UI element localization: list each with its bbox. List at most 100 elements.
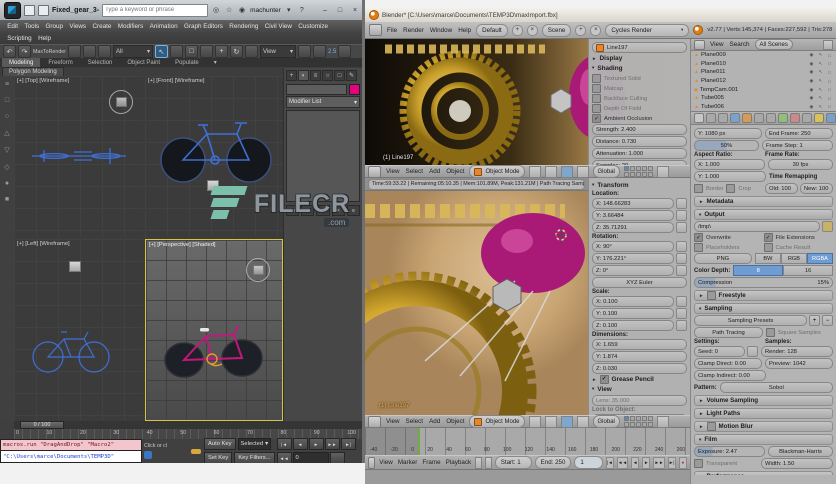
layers-widget[interactable] <box>623 166 653 177</box>
ribbon-tab-selection[interactable]: Selection <box>81 58 120 67</box>
display-tab-icon[interactable]: □ <box>334 70 345 81</box>
visibility-eye-icon[interactable]: ◉ <box>808 95 815 101</box>
menu-scripting[interactable]: Scripting <box>4 35 35 42</box>
menu-object[interactable]: Object <box>445 168 465 175</box>
outliner-menu-view[interactable]: View <box>709 41 725 48</box>
render-visibility-camera-icon[interactable]: □ <box>826 104 833 109</box>
resolution-y-field[interactable]: Y: 1080 px <box>694 128 762 140</box>
render-engine-dropdown[interactable]: Cycles Render ▾ <box>605 23 690 37</box>
viewport-top-label[interactable]: [+] [Top] [Wireframe] <box>17 78 69 84</box>
manipulator-rotate-icon[interactable] <box>560 415 573 428</box>
create-tab-icon[interactable]: + <box>286 70 297 81</box>
jump-to-start-icon[interactable]: |◄ <box>605 456 614 469</box>
remap-new-field[interactable]: New: 100 <box>800 183 833 195</box>
viewport-3d-lower[interactable]: (1) Line197 <box>365 191 588 415</box>
menu-playback[interactable]: Playback <box>445 459 473 466</box>
rotation-gizmo[interactable] <box>109 90 133 114</box>
panel-view[interactable]: ▾ View <box>592 384 687 394</box>
user-dropdown-icon[interactable]: ▾ <box>284 6 294 14</box>
object-color-swatch[interactable] <box>349 84 360 95</box>
depth-8-button[interactable]: 8 <box>733 265 784 277</box>
ribbon-tab-populate[interactable]: Populate <box>168 58 206 67</box>
utilities-tab-icon[interactable]: ✎ <box>346 70 357 81</box>
texture-tab-icon[interactable] <box>802 113 812 124</box>
outliner-item[interactable]: ◆ TempCam.001 ◉ ↖ □ <box>691 85 836 94</box>
new-file-icon[interactable] <box>24 4 35 16</box>
lock-icon[interactable] <box>676 320 687 331</box>
location-z-field[interactable]: Z: 35.71291 <box>592 222 674 233</box>
render-visibility-camera-icon[interactable]: □ <box>826 70 833 75</box>
active-item-field[interactable]: Line197 <box>592 42 687 53</box>
filter-icon[interactable] <box>823 39 833 50</box>
depth-of-field-toggle[interactable]: Depth Of Field <box>592 104 687 113</box>
lock-icon[interactable] <box>676 222 687 233</box>
menu-civil-view[interactable]: Civil View <box>262 23 296 30</box>
manipulator-translate-icon[interactable] <box>544 165 557 178</box>
folder-icon[interactable] <box>822 221 833 233</box>
modifier-list-dropdown[interactable]: Modifier List ▾ <box>286 96 360 108</box>
minimize-icon[interactable]: – <box>319 7 331 14</box>
show-end-result-icon[interactable]: ‖ <box>301 205 315 216</box>
integrator-dropdown[interactable]: Path Tracing <box>694 327 763 339</box>
section-film[interactable]: ▾ Film <box>694 434 833 446</box>
menu-view[interactable]: View <box>378 459 394 466</box>
panel-transform[interactable]: ▾ Transform <box>592 180 687 190</box>
rail-down-icon[interactable]: ▽ <box>4 146 9 154</box>
visibility-eye-icon[interactable]: ◉ <box>808 69 815 75</box>
editor-type-icon[interactable] <box>369 24 382 36</box>
select-and-link-icon[interactable] <box>67 45 81 58</box>
menu-file[interactable]: File <box>386 27 398 34</box>
outliner-item[interactable]: ▲ Tube005 ◉ ↖ □ <box>691 94 836 103</box>
panel-display[interactable]: ► Display <box>592 53 687 63</box>
rotation-gizmo[interactable] <box>246 258 270 282</box>
scene-dropdown[interactable]: Scene <box>541 23 572 37</box>
location-x-field[interactable]: X: 148.66283 <box>592 198 674 209</box>
timeline-editor-icon[interactable] <box>368 456 376 469</box>
rail-diamond-icon[interactable]: ◇ <box>4 163 9 171</box>
window-crossing-icon[interactable] <box>199 45 213 58</box>
viewport-perspective-label[interactable]: [+] [Perspective] [Shaded] <box>149 242 216 248</box>
timeline-editor[interactable]: -40 -20 0 20 40 60 80 100 120 140 160 180 200 220 240 2… <box>365 428 690 455</box>
add-scene-icon[interactable]: + <box>575 24 587 36</box>
frame-rate-dropdown[interactable]: 30 fps <box>768 159 833 171</box>
lock-icon[interactable] <box>676 198 687 209</box>
clamp-indirect-field[interactable]: Clamp Indirect: 0.00 <box>694 370 766 382</box>
seed-field[interactable]: Seed: 0 <box>694 346 745 358</box>
textured-solid-toggle[interactable]: Textured Solid <box>592 74 687 83</box>
outliner-item[interactable]: ▲ Plane012 ◉ ↖ □ <box>691 77 836 86</box>
aspect-x-field[interactable]: X: 1.000 <box>694 159 765 171</box>
remove-scene-icon[interactable]: × <box>590 24 602 36</box>
editor-type-icon[interactable] <box>368 415 381 428</box>
dimension-y-field[interactable]: Y: 1.874 <box>592 351 687 362</box>
file-extensions-toggle[interactable]: ✓ File Extensions <box>763 233 834 243</box>
open-file-icon[interactable] <box>38 4 49 16</box>
object-tab-icon[interactable] <box>742 113 752 124</box>
render-visibility-camera-icon[interactable]: □ <box>826 61 833 66</box>
overwrite-toggle[interactable]: ✓ Overwrite <box>694 233 764 243</box>
remove-layout-icon[interactable]: × <box>526 24 538 36</box>
time-configuration-icon[interactable] <box>329 452 345 463</box>
location-y-field[interactable]: Y: 3.66484 <box>592 210 674 221</box>
ao-strength-field[interactable]: Strength: 2.400 <box>592 124 687 135</box>
selectability-pointer-icon[interactable]: ↖ <box>817 69 824 75</box>
physics-tab-icon[interactable] <box>826 113 836 124</box>
square-samples-toggle[interactable]: Square Samples <box>766 328 833 338</box>
lock-icon[interactable] <box>676 241 687 252</box>
viewport-shading-icon[interactable] <box>528 415 541 428</box>
screen-layout-dropdown[interactable]: Default <box>476 23 508 37</box>
output-path-field[interactable]: /tmp\ <box>694 221 820 233</box>
max-to-render-label[interactable]: MaxToRender <box>33 49 66 55</box>
manipulator-scale-icon[interactable] <box>576 415 589 428</box>
aspect-y-field[interactable]: Y: 1.000 <box>694 171 766 183</box>
motion-tab-icon[interactable]: ○ <box>322 70 333 81</box>
section-output[interactable]: ▾ Output <box>694 209 833 221</box>
bind-to-spacewarp-icon[interactable] <box>97 45 111 58</box>
unlink-selection-icon[interactable] <box>82 45 96 58</box>
render-layers-tab-icon[interactable] <box>706 113 716 124</box>
rail-square-icon[interactable]: ■ <box>5 196 9 203</box>
rail-triangle-icon[interactable]: △ <box>4 129 9 137</box>
select-by-name-icon[interactable] <box>169 45 183 58</box>
scale-x-field[interactable]: X: 0.100 <box>592 296 674 307</box>
mode-dropdown[interactable]: Object Mode <box>469 165 525 178</box>
selectability-pointer-icon[interactable]: ↖ <box>817 87 824 93</box>
